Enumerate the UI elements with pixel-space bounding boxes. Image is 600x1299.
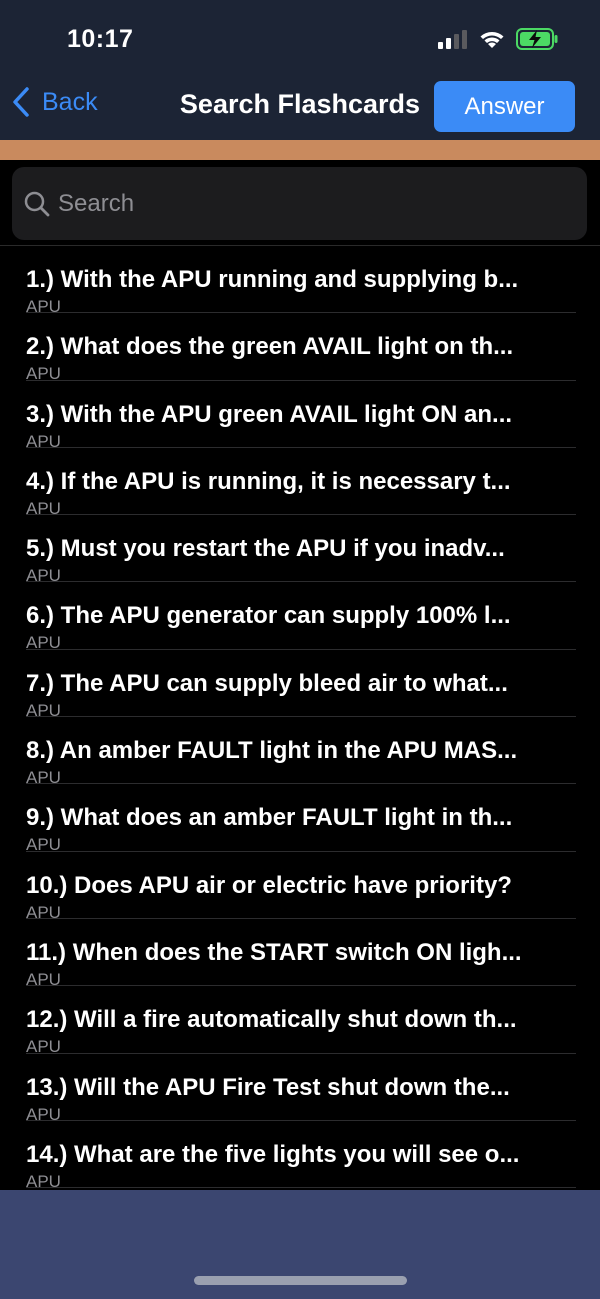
flashcard-question: 10.) Does APU air or electric have prior… (26, 871, 512, 899)
wifi-icon (480, 32, 504, 48)
flashcard-row[interactable]: 10.) Does APU air or electric have prior… (26, 852, 576, 919)
flashcard-category: APU (26, 768, 61, 785)
flashcard-category: APU (26, 431, 61, 448)
flashcard-row[interactable]: 1.) With the APU running and supplying b… (26, 246, 576, 314)
screen: 10:17 Back Search Flashcards Answer Sear… (0, 0, 600, 1299)
flashcard-category: APU (26, 364, 61, 381)
flashcard-category: APU (26, 700, 61, 718)
flashcard-row[interactable]: 2.) What does the green AVAIL light on t… (26, 313, 576, 381)
flashcard-category: APU (26, 1171, 61, 1189)
flashcard-question: 11.) When does the START switch ON ligh.… (26, 938, 522, 966)
flashcard-row[interactable]: 5.) Must you restart the APU if you inad… (26, 515, 576, 583)
search-input[interactable] (58, 189, 538, 218)
flashcard-question: 8.) An amber FAULT light in the APU MAS.… (26, 737, 518, 765)
flashcard-category: APU (26, 969, 61, 987)
flashcard-row[interactable]: 13.) Will the APU Fire Test shut down th… (26, 1054, 576, 1121)
flashcard-row[interactable]: 6.) The APU generator can supply 100% l.… (26, 582, 576, 650)
status-time: 10:17 (67, 25, 134, 53)
flashcard-row[interactable]: 4.) If the APU is running, it is necessa… (26, 448, 576, 516)
flashcard-row[interactable]: 12.) Will a fire automatically shut down… (26, 986, 576, 1054)
flashcard-row[interactable]: 3.) With the APU green AVAIL light ON an… (26, 381, 576, 448)
flashcard-question: 2.) What does the green AVAIL light on t… (26, 333, 514, 361)
top-bar: 10:17 Back Search Flashcards Answer (0, 0, 600, 140)
status-icons (438, 28, 558, 50)
flashcard-category: APU (26, 1037, 61, 1054)
home-indicator[interactable] (194, 1276, 407, 1285)
flashcard-row[interactable]: 7.) The APU can supply bleed air to what… (26, 650, 576, 718)
flashcard-category: APU (26, 902, 61, 919)
flashcard-question: 6.) The APU generator can supply 100% l.… (26, 602, 511, 630)
flashcard-question: 7.) The APU can supply bleed air to what… (26, 669, 508, 697)
flashcard-category: APU (26, 633, 61, 650)
flashcard-question: 12.) Will a fire automatically shut down… (26, 1006, 517, 1034)
search-section (0, 160, 600, 246)
flashcard-category: APU (26, 835, 61, 852)
flashcard-row[interactable]: 11.) When does the START switch ON ligh.… (26, 919, 576, 987)
flashcard-question: 4.) If the APU is running, it is necessa… (26, 467, 511, 495)
flashcard-list: 1.) With the APU running and supplying b… (0, 246, 600, 1190)
flashcard-question: 9.) What does an amber FAULT light in th… (26, 804, 513, 832)
flashcard-row[interactable]: 8.) An amber FAULT light in the APU MAS.… (26, 717, 576, 785)
page-title-text: Search Flashcards (179, 89, 421, 119)
cellular-signal-icon (438, 30, 467, 49)
flashcard-row[interactable]: 14.) What are the five lights you will s… (26, 1121, 576, 1189)
magnifier-icon (24, 191, 50, 216)
flashcard-row[interactable]: 9.) What does an amber FAULT light in th… (26, 784, 576, 852)
flashcard-category: APU (26, 297, 61, 314)
flashcard-question: 5.) Must you restart the APU if you inad… (26, 535, 505, 563)
search-bar[interactable] (12, 167, 587, 240)
battery-charging-icon (516, 28, 558, 50)
flashcard-question: 14.) What are the five lights you will s… (26, 1140, 520, 1168)
answer-button[interactable]: Answer (434, 81, 575, 132)
flashcard-category: APU (26, 1104, 61, 1121)
flashcard-category: APU (26, 566, 61, 583)
flashcard-question: 13.) Will the APU Fire Test shut down th… (26, 1073, 510, 1101)
flashcard-question: 3.) With the APU green AVAIL light ON an… (26, 400, 513, 428)
accent-strip (0, 140, 600, 160)
flashcard-category: APU (26, 498, 61, 516)
flashcard-question: 1.) With the APU running and supplying b… (26, 266, 519, 293)
